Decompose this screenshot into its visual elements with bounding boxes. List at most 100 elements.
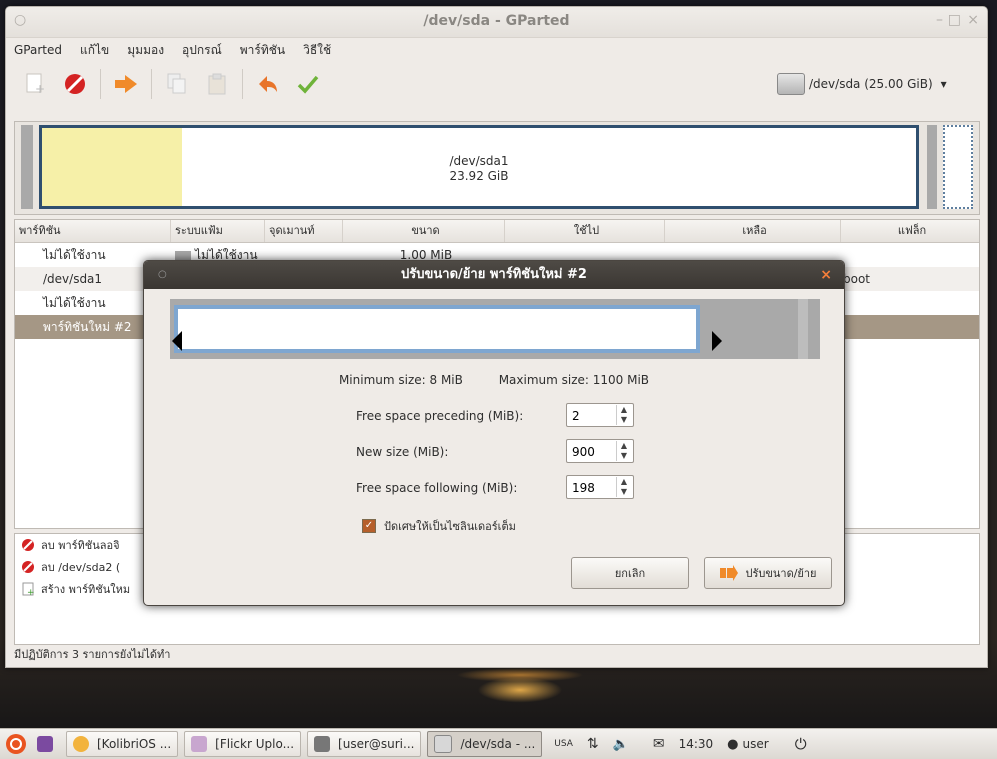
- undo-button[interactable]: [253, 69, 283, 99]
- resize-handle-right[interactable]: [712, 331, 722, 351]
- toolbar-separator: [151, 69, 152, 99]
- show-desktop-button[interactable]: [34, 731, 56, 757]
- title-bar[interactable]: ○ /dev/sda - GParted – □ ×: [6, 7, 987, 38]
- column-used[interactable]: ใช้ไป: [505, 220, 665, 242]
- delete-icon: [21, 538, 35, 552]
- new-file-icon: +: [26, 73, 45, 96]
- copy-icon: [167, 73, 186, 94]
- resizer-end-marker: [798, 299, 808, 359]
- new-size-spinner[interactable]: ▲▼: [566, 439, 634, 463]
- resize-handle-left[interactable]: [172, 331, 182, 351]
- power-icon[interactable]: ⏻: [795, 735, 807, 753]
- column-mountpoint[interactable]: จุดเมานท์: [265, 220, 343, 242]
- disk-map-unallocated-end[interactable]: [927, 125, 937, 209]
- resize-arrow-icon: [720, 565, 739, 581]
- menu-help[interactable]: วิธีใช้: [303, 41, 331, 60]
- menu-bar: GParted แก้ไข มุมมอง อุปกรณ์ พาร์ทิชัน ว…: [6, 38, 987, 62]
- round-to-cylinders-option[interactable]: ✓ ปัดเศษให้เป็นไซลินเดอร์เต็ม: [362, 517, 516, 535]
- desktop-icon: [37, 736, 53, 752]
- close-icon[interactable]: ×: [967, 12, 979, 28]
- keyboard-layout-indicator[interactable]: USA: [554, 739, 573, 749]
- column-size[interactable]: ขนาด: [343, 220, 505, 242]
- user-icon: ●: [727, 736, 739, 752]
- taskbar-item-gparted[interactable]: /dev/sda - ...: [427, 731, 543, 757]
- spinner-arrows-icon[interactable]: ▲ ▼: [616, 477, 631, 497]
- dialog-title-bar[interactable]: ○ ปรับขนาด/ย้าย พาร์ทิชันใหม่ #2 ×: [144, 261, 844, 289]
- free-space-following-input[interactable]: [570, 477, 618, 499]
- cancel-button-label: ยกเลิก: [614, 567, 646, 580]
- taskbar-item-label: [user@suri...: [338, 737, 415, 751]
- flickr-uploader-icon: [191, 736, 208, 752]
- taskbar-item-label: /dev/sda - ...: [460, 737, 536, 751]
- maximum-size-label: Maximum size: 1100 MiB: [498, 373, 650, 387]
- minimum-size-label: Minimum size: 8 MiB: [338, 373, 463, 387]
- paste-icon: [208, 73, 226, 95]
- copy-button[interactable]: [162, 69, 192, 99]
- apply-button[interactable]: [293, 69, 323, 99]
- free-space-following-label: Free space following (MiB):: [356, 481, 518, 495]
- window-title: /dev/sda - GParted: [423, 13, 570, 29]
- chevron-down-icon: ▾: [940, 77, 947, 91]
- minimize-icon[interactable]: –: [936, 12, 943, 28]
- dialog-menu-icon[interactable]: ○: [158, 261, 167, 289]
- taskbar-item-label: [KolibriOS ...: [97, 737, 172, 751]
- dialog-close-icon[interactable]: ×: [820, 261, 832, 289]
- free-space-preceding-input[interactable]: [570, 405, 618, 427]
- clock[interactable]: 14:30: [679, 737, 714, 751]
- harddisk-icon: [777, 73, 805, 95]
- partition-resizer[interactable]: [170, 299, 820, 359]
- column-filesystem[interactable]: ระบบแฟ้ม: [171, 220, 265, 242]
- free-space-preceding-spinner[interactable]: ▲▼: [566, 403, 634, 427]
- menu-edit[interactable]: แก้ไข: [80, 41, 109, 60]
- column-flags[interactable]: แฟล็ก: [841, 220, 979, 242]
- menu-view[interactable]: มุมมอง: [127, 41, 164, 60]
- mail-icon[interactable]: ✉: [653, 736, 665, 752]
- disk-map: /dev/sda1 23.92 GiB: [14, 121, 980, 215]
- spinner-arrows-icon[interactable]: ▲ ▼: [616, 441, 631, 461]
- taskbar-item-terminal[interactable]: [user@suri...: [307, 731, 422, 757]
- disk-map-unallocated-start[interactable]: [21, 125, 33, 209]
- menu-partition[interactable]: พาร์ทิชัน: [240, 41, 285, 60]
- resize-move-confirm-button[interactable]: ปรับขนาด/ย้าย: [704, 557, 832, 589]
- table-header: พาร์ทิชัน ระบบแฟ้ม จุดเมานท์ ขนาด ใช้ไป …: [15, 220, 979, 243]
- main-menu-button[interactable]: [0, 731, 32, 757]
- network-icon[interactable]: ⇅: [587, 736, 599, 752]
- user-name[interactable]: user: [743, 737, 769, 751]
- delete-icon: [21, 560, 35, 574]
- taskbar-item-flickr[interactable]: [Flickr Uplo...: [184, 731, 302, 757]
- resize-move-confirm-label: ปรับขนาด/ย้าย: [745, 567, 817, 580]
- device-label: /dev/sda (25.00 GiB): [809, 77, 933, 91]
- disk-map-partition-sda1[interactable]: /dev/sda1 23.92 GiB: [39, 125, 919, 209]
- round-to-cylinders-checkbox[interactable]: ✓: [362, 519, 376, 533]
- volume-icon[interactable]: 🔈: [613, 737, 629, 752]
- svg-text:+: +: [35, 82, 45, 96]
- new-partition-button[interactable]: +: [20, 69, 50, 99]
- resize-move-button[interactable]: [111, 69, 141, 99]
- spinner-arrows-icon[interactable]: ▲ ▼: [616, 405, 631, 425]
- dialog-title: ปรับขนาด/ย้าย พาร์ทิชันใหม่ #2: [401, 267, 587, 282]
- device-selector[interactable]: /dev/sda (25.00 GiB) ▾: [777, 69, 977, 99]
- free-space-preceding-label: Free space preceding (MiB):: [356, 409, 524, 423]
- new-size-input[interactable]: [570, 441, 618, 463]
- taskbar-item-kolibrios[interactable]: [KolibriOS ...: [66, 731, 179, 757]
- create-icon: +: [21, 582, 35, 596]
- column-unused[interactable]: เหลือ: [665, 220, 841, 242]
- disk-map-partition-label: /dev/sda1 23.92 GiB: [42, 154, 916, 184]
- paste-button[interactable]: [202, 69, 232, 99]
- maximize-icon[interactable]: □: [948, 12, 961, 28]
- menu-device[interactable]: อุปกรณ์: [182, 41, 222, 60]
- delete-icon: [65, 74, 85, 94]
- delete-button[interactable]: [60, 69, 90, 99]
- size-limits: Minimum size: 8 MiB Maximum size: 1100 M…: [144, 373, 844, 387]
- operation-label: ลบ พาร์ทิชันลอจิ: [41, 539, 120, 552]
- checkmark-icon: [297, 75, 319, 94]
- menu-gparted[interactable]: GParted: [14, 43, 62, 57]
- disk-map-new-partition[interactable]: [943, 125, 973, 209]
- status-bar: มีปฏิบัติการ 3 รายการยังไม่ได้ทำ: [14, 648, 171, 661]
- cancel-button[interactable]: ยกเลิก: [571, 557, 689, 589]
- undo-icon: [259, 76, 277, 92]
- column-partition[interactable]: พาร์ทิชัน: [15, 220, 171, 242]
- resizer-partition-box[interactable]: [172, 305, 722, 353]
- round-to-cylinders-label: ปัดเศษให้เป็นไซลินเดอร์เต็ม: [384, 520, 516, 533]
- free-space-following-spinner[interactable]: ▲▼: [566, 475, 634, 499]
